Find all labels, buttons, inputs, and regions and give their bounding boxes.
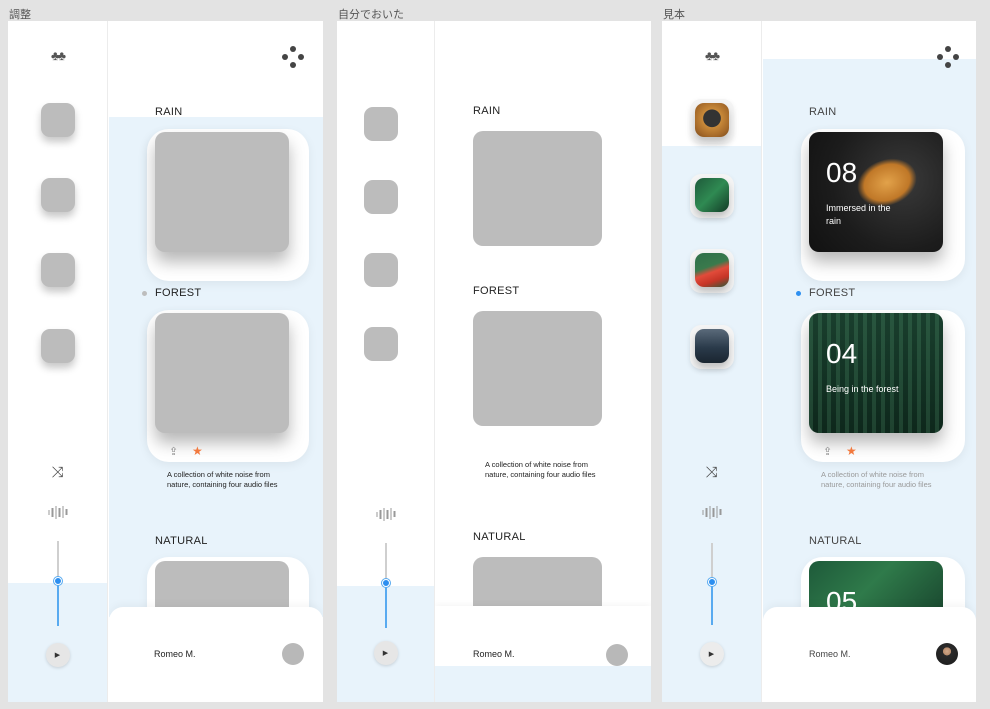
section-title-rain: RAIN	[473, 105, 501, 117]
share-icon[interactable]: ⇪	[823, 445, 832, 458]
card-forest[interactable]	[155, 313, 289, 433]
sidebar-thumb-flamingo[interactable]	[41, 253, 75, 287]
volume-slider-knob[interactable]	[53, 577, 62, 585]
section-title-rain: RAIN	[155, 106, 183, 118]
playlist-description: A collection of white noise from nature,…	[485, 460, 596, 479]
sound-wave-icon	[702, 505, 721, 519]
avatar[interactable]	[936, 643, 958, 665]
section-title-forest: FOREST	[155, 287, 202, 299]
section-title-forest: FOREST	[809, 287, 856, 299]
main-panel: RAIN 08 Immersed in the rain FOREST 04 B…	[763, 21, 976, 702]
board-title-adjust: 調整	[9, 9, 31, 21]
volume-slider-knob[interactable]	[707, 578, 716, 586]
artboard-sample: ♣♣ ⤨ ▶ RAIN 08 Immersed in the rain FORE…	[662, 21, 976, 702]
sidebar: ♣♣ ⤨ ▶	[662, 21, 762, 702]
card-number-forest: 04	[826, 338, 858, 369]
active-indicator-dot	[796, 291, 801, 296]
shuffle-icon[interactable]: ⤨	[51, 464, 63, 481]
play-button[interactable]: ▶	[45, 643, 70, 667]
card-rain[interactable]: 08 Immersed in the rain	[809, 132, 943, 252]
shuffle-icon[interactable]: ⤨	[705, 464, 717, 481]
card-caption-forest: Being in the forest	[826, 384, 899, 394]
playlist-description: A collection of white noise from nature,…	[167, 470, 278, 489]
user-name: Romeo M.	[154, 649, 196, 659]
card-rain[interactable]	[155, 132, 289, 252]
player-footer: Romeo M.	[763, 607, 976, 702]
active-indicator-dot	[142, 291, 147, 296]
play-icon: ▶	[382, 650, 389, 657]
four-dots-menu-icon[interactable]	[282, 46, 304, 68]
avatar[interactable]	[606, 644, 628, 666]
sidebar: ♣♣ ⤨ ▶	[8, 21, 108, 702]
star-icon[interactable]: ★	[846, 444, 857, 458]
sidebar-thumb-rain[interactable]	[364, 107, 398, 141]
section-title-natural: NATURAL	[809, 535, 862, 547]
sidebar-thumb-lake[interactable]	[41, 329, 75, 363]
volume-slider-fill	[384, 583, 387, 628]
board-title-self: 自分でおいた	[338, 9, 404, 21]
share-icon[interactable]: ⇪	[169, 445, 178, 458]
section-title-forest: FOREST	[473, 285, 520, 297]
sound-wave-icon	[48, 505, 67, 519]
artboard-self: ▶ RAIN FOREST A collection of white nois…	[337, 21, 651, 702]
board-title-sample: 見本	[663, 9, 685, 21]
avatar[interactable]	[282, 643, 304, 665]
play-button[interactable]: ▶	[699, 642, 724, 666]
card-forest[interactable]: 04 Being in the forest	[809, 313, 943, 433]
volume-slider-knob[interactable]	[381, 579, 390, 587]
section-title-rain: RAIN	[809, 106, 837, 118]
player-footer: Romeo M.	[109, 607, 323, 702]
sidebar-thumb-flamingo[interactable]	[695, 253, 729, 287]
card-caption-rain: Immersed in the rain	[826, 203, 891, 226]
sidebar-thumb-flamingo[interactable]	[364, 253, 398, 287]
sidebar-thumb-forest[interactable]	[695, 178, 729, 212]
volume-slider-track[interactable]	[56, 541, 59, 581]
sidebar-thumb-forest[interactable]	[41, 178, 75, 212]
trees-icon: ♣♣	[50, 48, 66, 63]
player-footer: Romeo M.	[435, 606, 651, 702]
volume-slider-fill	[710, 581, 713, 625]
volume-slider-track[interactable]	[384, 543, 387, 583]
sidebar-thumb-rain[interactable]	[695, 103, 729, 137]
card-rain[interactable]	[473, 131, 602, 246]
playlist-description: A collection of white noise from nature,…	[821, 470, 932, 489]
card-forest[interactable]	[473, 311, 602, 426]
main-panel: RAIN FOREST A collection of white noise …	[435, 21, 651, 702]
play-button[interactable]: ▶	[373, 641, 398, 665]
user-name: Romeo M.	[473, 649, 515, 659]
card-number-rain: 08	[826, 157, 858, 188]
section-title-natural: NATURAL	[155, 535, 208, 547]
four-dots-menu-icon[interactable]	[937, 46, 959, 68]
play-icon: ▶	[708, 651, 715, 658]
trees-icon: ♣♣	[704, 48, 720, 63]
sidebar: ▶	[337, 21, 435, 702]
sound-wave-icon	[376, 507, 395, 521]
sidebar-thumb-lake[interactable]	[364, 327, 398, 361]
sidebar-thumb-forest[interactable]	[364, 180, 398, 214]
volume-slider-track[interactable]	[710, 543, 713, 581]
star-icon[interactable]: ★	[192, 444, 203, 458]
artboard-adjust: ♣♣ ⤨ ▶ RAIN FOREST ⇪ ★ A collection of w…	[8, 21, 323, 702]
sidebar-thumb-rain[interactable]	[41, 103, 75, 137]
sidebar-thumb-lake[interactable]	[695, 329, 729, 363]
main-panel: RAIN FOREST ⇪ ★ A collection of white no…	[109, 21, 323, 702]
user-name: Romeo M.	[809, 649, 851, 659]
section-title-natural: NATURAL	[473, 531, 526, 543]
volume-slider-fill	[56, 581, 59, 626]
play-icon: ▶	[54, 652, 61, 659]
